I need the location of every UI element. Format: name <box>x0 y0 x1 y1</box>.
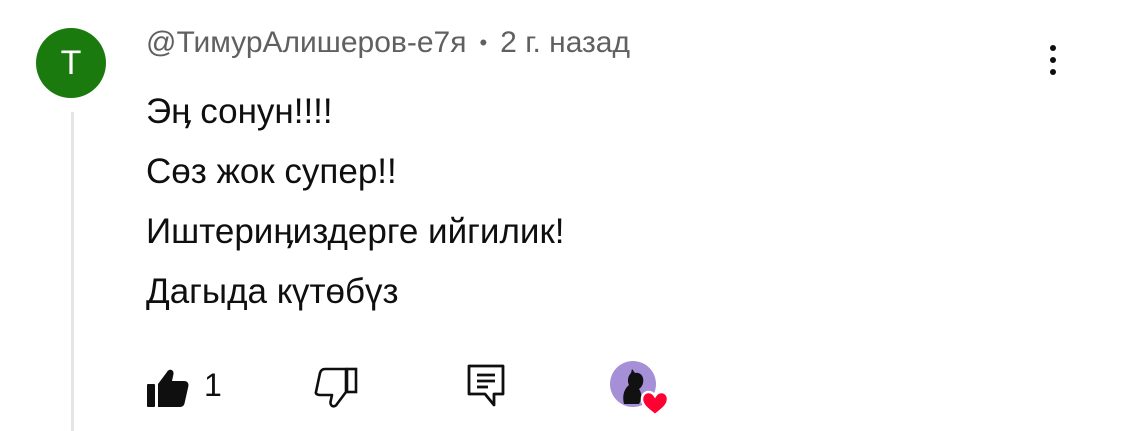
meta-separator: • <box>479 30 488 55</box>
thumbs-down-icon <box>314 367 358 408</box>
comment-line-2: Сөз жок супер!! <box>146 152 397 191</box>
reply-comment-icon <box>467 364 505 407</box>
comment-text: Эӊ сонун!!!! Сөз жок супер!! Иштериӊизде… <box>146 82 564 322</box>
comment-line-3: Иштериӊиздерге ийгилик! <box>146 212 565 251</box>
comment-line-1: Эӊ сонун!!!! <box>146 92 333 131</box>
comment-avatar[interactable]: T <box>36 28 106 98</box>
creator-heart-badge[interactable] <box>609 360 671 418</box>
dislike-button[interactable] <box>313 365 359 411</box>
thumbs-up-filled-icon <box>147 369 189 407</box>
comment-meta: @ТимурАлишеров-е7я • 2 г. назад <box>146 26 630 60</box>
comment-time[interactable]: 2 г. назад <box>500 26 630 60</box>
more-options-button[interactable] <box>1035 38 1071 82</box>
more-vert-icon-dot-2 <box>1050 57 1056 63</box>
reply-button[interactable] <box>466 363 506 409</box>
more-vert-icon-dot-1 <box>1050 45 1056 51</box>
creator-heart-icon <box>610 361 670 417</box>
heart-shape <box>640 390 670 417</box>
thread-line <box>71 112 74 431</box>
comment-line-4: Дагыда күтөбүз <box>146 272 399 311</box>
like-button[interactable] <box>146 365 190 409</box>
author-handle[interactable]: @ТимурАлишеров-е7я <box>146 26 466 60</box>
more-vert-icon-dot-3 <box>1050 69 1056 75</box>
like-count: 1 <box>204 367 222 403</box>
avatar-letter: T <box>60 43 82 82</box>
